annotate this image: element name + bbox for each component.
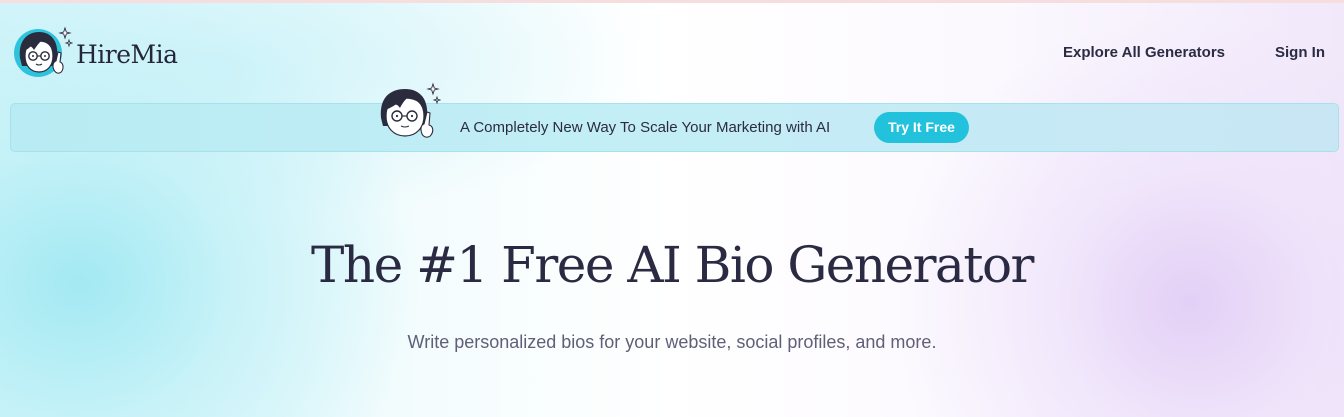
page-title: The #1 Free AI Bio Generator — [311, 236, 1034, 294]
nav-explore-all-generators[interactable]: Explore All Generators — [1063, 44, 1225, 61]
banner-message: A Completely New Way To Scale Your Marke… — [460, 119, 831, 136]
mascot-logo-icon — [14, 26, 74, 77]
sparkle-icon — [58, 26, 72, 40]
brand-logo-link[interactable]: HireMia — [14, 26, 178, 82]
brand-name: HireMia — [76, 39, 178, 69]
try-it-free-button[interactable]: Try It Free — [874, 112, 969, 143]
mascot-banner-icon — [380, 82, 442, 138]
nav-sign-in[interactable]: Sign In — [1275, 44, 1325, 61]
hero-gradient-background — [0, 3, 1344, 417]
page-subtitle: Write personalized bios for your website… — [407, 332, 937, 352]
